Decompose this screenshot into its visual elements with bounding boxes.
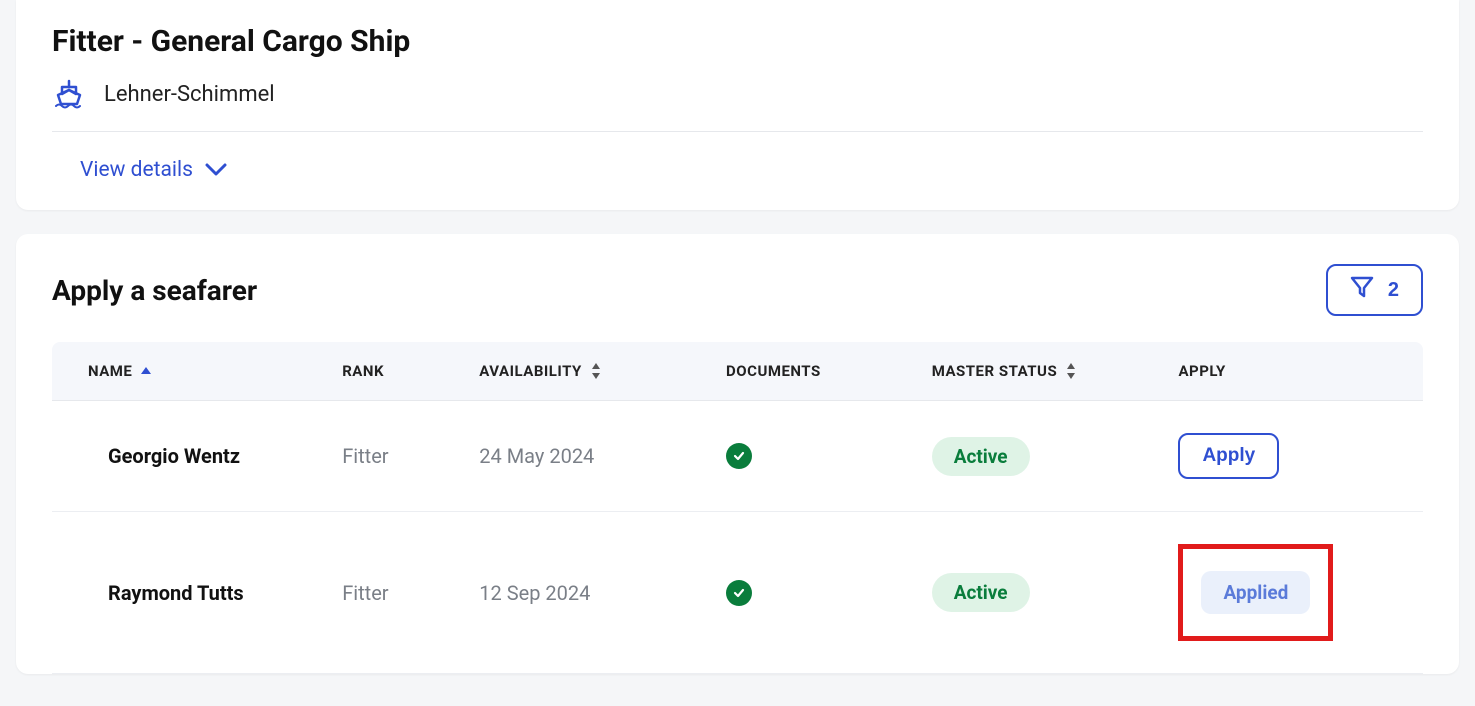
seafarer-table: NAME RANK AVAILABILITY <box>52 342 1423 674</box>
filter-button[interactable]: 2 <box>1326 264 1423 316</box>
seafarer-name[interactable]: Raymond Tutts <box>108 581 244 605</box>
table-header-row: NAME RANK AVAILABILITY <box>52 342 1423 401</box>
col-header-name[interactable]: NAME <box>52 342 326 401</box>
table-row: Georgio Wentz Fitter 24 May 2024 Active … <box>52 401 1423 512</box>
col-header-apply: APPLY <box>1162 342 1423 401</box>
check-circle-icon <box>726 443 752 469</box>
seafarer-rank: Fitter <box>342 444 388 468</box>
company-row: Lehner-Schimmel <box>52 79 1423 132</box>
apply-section-header: Apply a seafarer 2 <box>52 264 1423 316</box>
sort-asc-icon <box>140 366 152 376</box>
col-header-master-status[interactable]: MASTER STATUS <box>916 342 1163 401</box>
job-title: Fitter - General Cargo Ship <box>52 24 1423 59</box>
sort-icon <box>590 362 602 380</box>
col-header-availability[interactable]: AVAILABILITY <box>463 342 710 401</box>
col-header-documents: DOCUMENTS <box>710 342 916 401</box>
col-header-rank: RANK <box>326 342 463 401</box>
apply-button[interactable]: Apply <box>1178 433 1279 479</box>
highlight-annotation: Applied <box>1178 544 1333 641</box>
apply-seafarer-card: Apply a seafarer 2 NAME RANK <box>16 234 1459 674</box>
sort-icon <box>1065 362 1077 380</box>
chevron-down-icon <box>205 163 227 177</box>
view-details-label: View details <box>80 158 193 182</box>
filter-icon <box>1350 276 1374 304</box>
applied-badge: Applied <box>1201 571 1310 614</box>
apply-section-title: Apply a seafarer <box>52 274 257 307</box>
company-name: Lehner-Schimmel <box>104 82 275 107</box>
table-row: Raymond Tutts Fitter 12 Sep 2024 Active … <box>52 512 1423 674</box>
status-badge: Active <box>932 573 1030 612</box>
view-details-toggle[interactable]: View details <box>80 158 227 182</box>
seafarer-name[interactable]: Georgio Wentz <box>108 444 240 468</box>
check-circle-icon <box>726 580 752 606</box>
ship-icon <box>52 79 86 109</box>
seafarer-availability: 24 May 2024 <box>479 444 594 468</box>
status-badge: Active <box>932 437 1030 476</box>
seafarer-rank: Fitter <box>342 581 388 605</box>
job-header-card: Fitter - General Cargo Ship Lehner-Schim… <box>16 0 1459 210</box>
seafarer-availability: 12 Sep 2024 <box>479 581 590 605</box>
filter-count: 2 <box>1388 279 1399 302</box>
